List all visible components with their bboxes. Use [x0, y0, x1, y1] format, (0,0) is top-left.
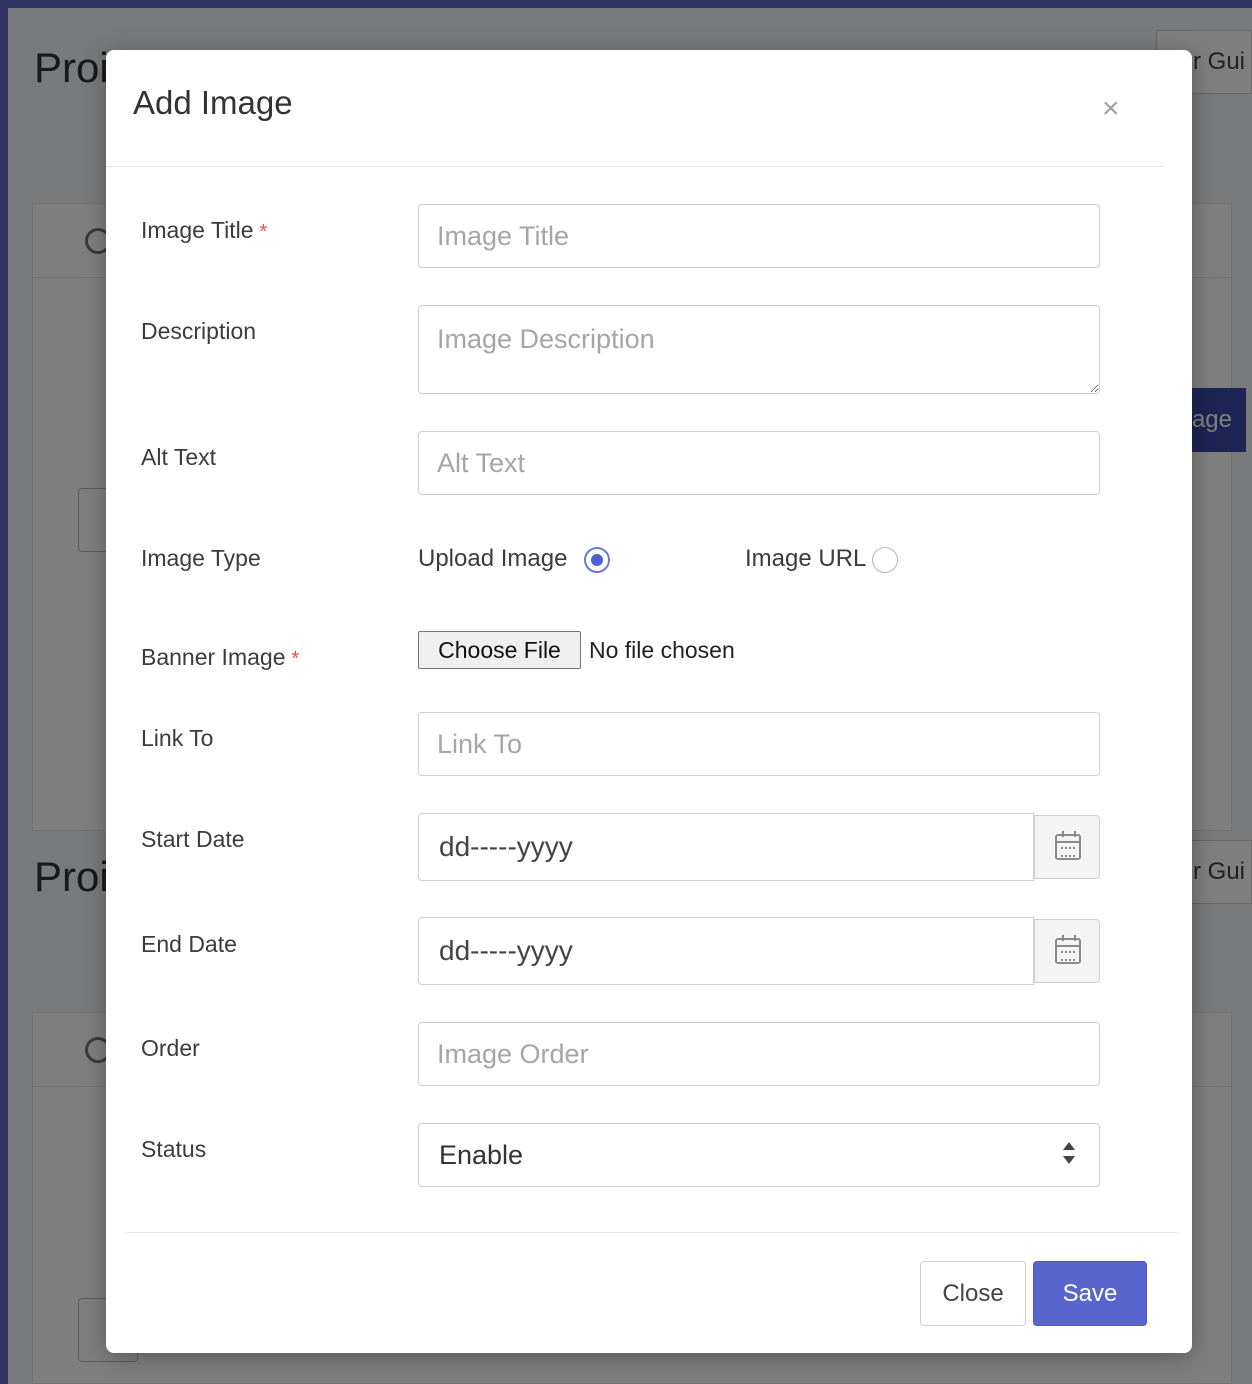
image-title-label: Image Title * — [141, 217, 268, 243]
modal-footer-divider — [126, 1232, 1178, 1233]
order-input[interactable] — [418, 1022, 1100, 1086]
close-button[interactable]: Close — [920, 1261, 1026, 1326]
modal-header: Add Image × — [106, 50, 1164, 167]
status-label: Status — [141, 1136, 207, 1162]
start-date-picker-button[interactable] — [1034, 815, 1100, 879]
close-icon[interactable]: × — [1102, 94, 1120, 124]
end-date-label: End Date — [141, 931, 237, 957]
choose-file-button[interactable]: Choose File — [418, 631, 581, 669]
required-marker: * — [291, 648, 300, 670]
banner-image-label: Banner Image * — [141, 644, 300, 670]
image-url-radio[interactable] — [872, 547, 898, 573]
calendar-icon — [1055, 935, 1081, 964]
description-textarea[interactable] — [418, 305, 1100, 394]
save-button[interactable]: Save — [1033, 1261, 1147, 1326]
status-select[interactable]: Enable — [418, 1123, 1100, 1187]
link-to-label: Link To — [141, 725, 214, 751]
start-date-input[interactable]: dd-----yyyy — [418, 813, 1034, 881]
calendar-icon — [1055, 831, 1081, 860]
select-arrows-icon — [1063, 1142, 1075, 1168]
image-type-label: Image Type — [141, 545, 261, 571]
end-date-picker-button[interactable] — [1034, 919, 1100, 983]
add-image-modal: Add Image × Image Title* Description Alt… — [106, 50, 1192, 1353]
link-to-input[interactable] — [418, 712, 1100, 776]
start-date-label: Start Date — [141, 826, 245, 852]
upload-image-radio[interactable] — [584, 547, 610, 573]
required-marker: * — [259, 221, 268, 243]
alt-text-label: Alt Text — [141, 444, 216, 470]
modal-title: Add Image — [133, 84, 293, 121]
image-url-radio-label[interactable]: Image URL — [745, 545, 866, 573]
description-label: Description — [141, 318, 257, 344]
file-status-text: No file chosen — [589, 637, 735, 663]
order-label: Order — [141, 1035, 200, 1061]
alt-text-input[interactable] — [418, 431, 1100, 495]
status-selected-value: Enable — [439, 1140, 524, 1170]
upload-image-radio-label[interactable]: Upload Image — [418, 545, 567, 573]
image-title-input[interactable] — [418, 204, 1100, 268]
end-date-input[interactable]: dd-----yyyy — [418, 917, 1034, 985]
